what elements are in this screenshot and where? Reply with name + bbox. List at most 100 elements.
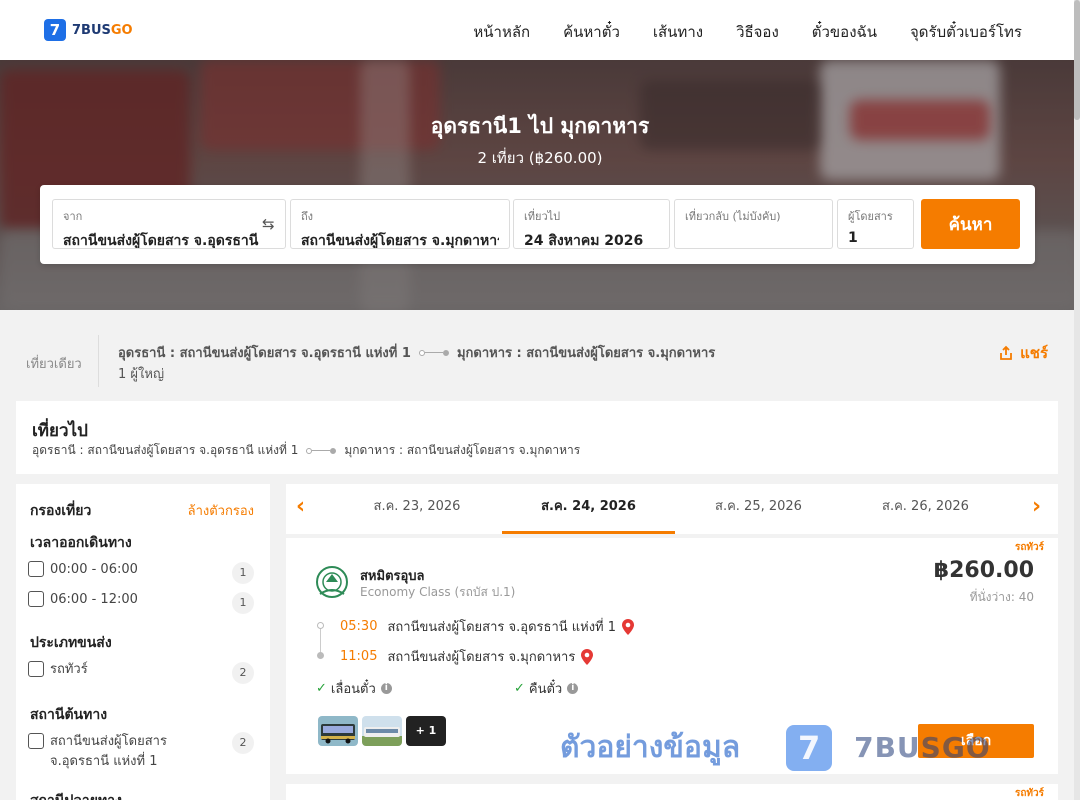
transport-type-tag: รถทัวร์ xyxy=(1014,788,1044,799)
outbound-destination: มุกดาหาร : สถานีขนส่งผู้โดยสาร จ.มุกดาหา… xyxy=(344,443,581,457)
info-icon[interactable]: i xyxy=(567,683,579,694)
date-tab[interactable]: ส.ค. 23, 2026 xyxy=(332,484,502,534)
search-button[interactable]: ค้นหา xyxy=(921,199,1020,249)
outbound-title: เที่ยวไป xyxy=(32,421,88,441)
filter-option-label: 00:00 - 06:00 xyxy=(50,562,138,577)
to-value[interactable]: สถานีขนส่งผู้โดยสาร จ.มุกดาหาร xyxy=(301,230,499,248)
search-form: จาก สถานีขนส่งผู้โดยสาร จ.อุดรธานี แห่งท… xyxy=(40,185,1035,264)
bus-class: Economy Class (รถบัส ป.1) xyxy=(360,585,516,599)
from-value[interactable]: สถานีขนส่งผู้โดยสาร จ.อุดรธานี แห่งที่ 1 xyxy=(63,230,259,248)
route-subtitle: 2 เที่ยว (฿260.00) xyxy=(477,149,603,167)
select-trip-button[interactable]: เลือก xyxy=(918,724,1034,758)
checkbox[interactable] xyxy=(28,661,44,677)
share-button[interactable]: แชร์ xyxy=(998,341,1048,365)
route-title: อุดรธานี1 ไป มุกดาหาร xyxy=(430,114,650,138)
refund-policy: ✓ คืนตั๋ว i xyxy=(514,678,579,699)
return-date-field[interactable]: เที่ยวกลับ (ไม่บังคับ) xyxy=(674,199,833,249)
departure-stop: 05:30 สถานีขนส่งผู้โดยสาร จ.อุดรธานี แห่… xyxy=(340,616,635,637)
passenger-field[interactable]: ผู้โดยสาร 1 xyxy=(837,199,914,249)
filter-option-label: สถานีขนส่งผู้โดยสาร จ.อุดรธานี แห่งที่ 1 xyxy=(50,734,167,769)
nav-routes[interactable]: เส้นทาง xyxy=(653,20,703,44)
filter-group-departure-time: เวลาออกเดินทาง xyxy=(30,535,132,551)
share-icon xyxy=(1000,345,1012,360)
arrival-station: สถานีขนส่งผู้โดยสาร จ.มุกดาหาร xyxy=(387,650,576,665)
divider xyxy=(98,335,99,387)
filter-option-origin-station[interactable]: สถานีขนส่งผู้โดยสาร จ.อุดรธานี แห่งที่ 1… xyxy=(28,732,258,772)
filter-panel: กรองเที่ยว ล้างตัวกรอง เวลาออกเดินทาง 00… xyxy=(16,484,270,800)
checkbox[interactable] xyxy=(28,733,44,749)
depart-value[interactable]: 24 สิงหาคม 2026 xyxy=(524,230,659,248)
nav-home[interactable]: หน้าหลัก xyxy=(473,20,530,44)
date-tab[interactable]: ส.ค. 26, 2026 xyxy=(842,484,1009,534)
filter-option-label: รถทัวร์ xyxy=(50,662,88,677)
outbound-route: อุดรธานี : สถานีขนส่งผู้โดยสาร จ.อุดรธาน… xyxy=(32,441,580,460)
nav-my-tickets[interactable]: ตั๋วของฉัน xyxy=(812,20,877,44)
logo-name-prefix: 7BUS xyxy=(72,22,111,38)
arrival-time: 11:05 xyxy=(340,649,378,664)
chevron-right-icon[interactable]: › xyxy=(1032,494,1041,519)
arrival-stop: 11:05 สถานีขนส่งผู้โดยสาร จ.มุกดาหาร xyxy=(340,646,594,667)
outbound-origin: อุดรธานี : สถานีขนส่งผู้โดยสาร จ.อุดรธาน… xyxy=(32,443,299,457)
main-nav: หน้าหลัก ค้นหาตั๋ว เส้นทาง วิธีจอง ตั๋วข… xyxy=(473,20,1022,44)
from-label: จาก xyxy=(63,210,83,223)
location-pin-icon[interactable] xyxy=(622,618,635,635)
timeline-dot-end xyxy=(317,652,324,659)
filter-option-time-0600-1200[interactable]: 06:00 - 12:00 1 xyxy=(28,590,258,614)
nav-how-to-book[interactable]: วิธีจอง xyxy=(736,20,779,44)
filter-option-label: 06:00 - 12:00 xyxy=(50,592,138,607)
logo-text: 7BUSGO xyxy=(72,23,133,38)
return-label: เที่ยวกลับ (ไม่บังคับ) xyxy=(685,210,781,223)
share-label: แชร์ xyxy=(1020,344,1048,362)
summary-origin: อุดรธานี : สถานีขนส่งผู้โดยสาร จ.อุดรธาน… xyxy=(118,346,411,361)
info-icon[interactable]: i xyxy=(380,683,392,694)
summary-passengers: 1 ผู้ใหญ่ xyxy=(118,367,165,382)
seats-available: ที่นั่งว่าง: 40 xyxy=(969,590,1034,604)
filter-option-tour-bus[interactable]: รถทัวร์ 2 xyxy=(28,660,258,684)
to-field[interactable]: ถึง สถานีขนส่งผู้โดยสาร จ.มุกดาหาร xyxy=(290,199,510,249)
more-photos-button[interactable]: + 1 xyxy=(406,716,446,746)
trip-card: รถทัวร์ สหมิตรอุบล Economy Class (รถบัส … xyxy=(286,538,1058,774)
operator-logo xyxy=(316,566,348,598)
location-pin-icon[interactable] xyxy=(581,648,594,665)
brand-logo[interactable]: 7 7BUSGO xyxy=(44,19,133,41)
trip-card: รถทัวร์ xyxy=(286,784,1058,800)
passenger-value[interactable]: 1 xyxy=(848,230,903,246)
scrollbar-thumb[interactable] xyxy=(1074,0,1080,120)
date-selector: ‹ ส.ค. 23, 2026 ส.ค. 24, 2026 ส.ค. 25, 2… xyxy=(286,484,1058,534)
trip-type: เที่ยวเดียว xyxy=(26,357,82,372)
filter-group-origin-station: สถานีต้นทาง xyxy=(30,707,108,723)
chevron-left-icon[interactable]: ‹ xyxy=(296,494,305,519)
depart-date-field[interactable]: เที่ยวไป 24 สิงหาคม 2026 xyxy=(513,199,670,249)
top-navbar: 7 7BUSGO หน้าหลัก ค้นหาตั๋ว เส้นทาง วิธี… xyxy=(0,0,1080,60)
date-tab-selected[interactable]: ส.ค. 24, 2026 xyxy=(502,484,675,534)
date-tab[interactable]: ส.ค. 25, 2026 xyxy=(675,484,842,534)
refund-label: คืนตั๋ว xyxy=(528,682,563,697)
reschedule-label: เลื่อนตั๋ว xyxy=(330,682,376,697)
reschedule-policy: ✓ เลื่อนตั๋ว i xyxy=(316,678,392,699)
logo-name-suffix: GO xyxy=(110,22,133,38)
from-field[interactable]: จาก สถานีขนส่งผู้โดยสาร จ.อุดรธานี แห่งท… xyxy=(52,199,286,249)
departure-time: 05:30 xyxy=(340,619,378,634)
departure-station: สถานีขนส่งผู้โดยสาร จ.อุดรธานี แห่งที่ 1 xyxy=(387,620,617,635)
page-scrollbar[interactable] xyxy=(1074,0,1080,800)
filter-option-time-0000-0600[interactable]: 00:00 - 06:00 1 xyxy=(28,560,258,584)
bus-photo-thumbnail[interactable] xyxy=(362,716,402,746)
filter-group-transport-type: ประเภทขนส่ง xyxy=(30,635,112,651)
checkbox[interactable] xyxy=(28,591,44,607)
nav-pickup-points[interactable]: จุดรับตั๋วเบอร์โทร xyxy=(910,20,1022,44)
to-label: ถึง xyxy=(301,210,314,223)
outbound-section: เที่ยวไป อุดรธานี : สถานีขนส่งผู้โดยสาร … xyxy=(16,401,1058,474)
bus-photo-thumbnail[interactable] xyxy=(318,716,358,746)
filter-group-destination-station: สถานีปลายทาง xyxy=(30,790,122,800)
filter-count-badge: 2 xyxy=(232,662,254,684)
nav-search-tickets[interactable]: ค้นหาตั๋ว xyxy=(563,20,620,44)
route-connector xyxy=(306,447,337,454)
clear-filters-link[interactable]: ล้างตัวกรอง xyxy=(188,500,254,521)
summary-route: อุดรธานี : สถานีขนส่งผู้โดยสาร จ.อุดรธาน… xyxy=(118,342,715,363)
route-connector xyxy=(418,349,449,356)
summary-destination: มุกดาหาร : สถานีขนส่งผู้โดยสาร จ.มุกดาหา… xyxy=(456,346,716,361)
swap-icon[interactable]: ⇆ xyxy=(262,215,275,233)
trip-price: ฿260.00 xyxy=(933,558,1034,583)
checkbox[interactable] xyxy=(28,561,44,577)
depart-label: เที่ยวไป xyxy=(524,210,561,223)
